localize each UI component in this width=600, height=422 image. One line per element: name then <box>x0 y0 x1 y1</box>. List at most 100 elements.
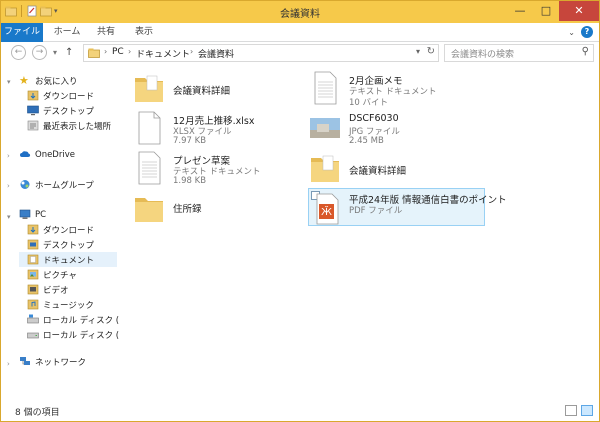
minimize-button[interactable]: — <box>507 1 533 21</box>
file-name: 住所録 <box>173 204 202 215</box>
search-placeholder: 会議資料の検索 <box>451 50 515 60</box>
expand-ribbon-icon[interactable]: ⌄ <box>568 28 575 37</box>
file-item[interactable]: 12月売上推移.xlsx XLSX ファイル 7.97 KB <box>133 110 303 146</box>
svg-text:Ӂ: Ӂ <box>321 205 332 218</box>
address-row: ← → ▾ ↑ › PC › ドキュメント › 会議資料 ▾ ↻ 会議資料の検索… <box>1 42 599 64</box>
music-folder-icon <box>27 299 39 310</box>
file-item-selected[interactable]: Ӂ 平成24年版 情報通信白書のポイント PDF ファイル <box>308 188 507 226</box>
nav-label: ダウンロード <box>43 91 95 102</box>
window-controls: — □ ✕ <box>507 1 599 21</box>
item-count: 8 個の項目 <box>15 408 60 418</box>
breadcrumb-pc[interactable]: PC <box>112 47 124 57</box>
chevron-right-icon[interactable]: › <box>7 182 10 190</box>
file-name: 会議資料詳細 <box>349 166 407 177</box>
file-item[interactable]: DSCF6030 JPG ファイル 2.45 MB <box>309 110 489 146</box>
pictures-folder-icon <box>27 269 39 280</box>
pdf-file-icon: Ӂ <box>316 193 339 225</box>
tab-home[interactable]: ホーム <box>47 23 87 41</box>
search-input[interactable]: 会議資料の検索 ⚲ <box>444 44 594 62</box>
recent-locations-dropdown-icon[interactable]: ▾ <box>53 45 57 61</box>
desktop-icon <box>27 105 39 116</box>
download-folder-icon <box>27 90 39 101</box>
chevron-right-icon[interactable]: › <box>7 360 10 368</box>
file-size: 1.98 KB <box>173 176 207 186</box>
nav-label: ピクチャ <box>43 270 77 281</box>
up-button[interactable]: ↑ <box>65 45 73 61</box>
forward-button[interactable]: → <box>32 45 47 60</box>
nav-onedrive[interactable]: OneDrive <box>19 147 75 162</box>
maximize-button[interactable]: □ <box>533 1 559 21</box>
nav-label: 最近表示した場所 <box>43 121 112 132</box>
folder-icon <box>88 48 100 58</box>
chevron-right-icon[interactable]: › <box>128 47 131 56</box>
nav-label: ダウンロード <box>43 225 95 236</box>
close-button[interactable]: ✕ <box>559 1 599 21</box>
nav-pc-pictures[interactable]: ピクチャ <box>27 267 77 282</box>
tab-share[interactable]: 共有 <box>89 23 123 41</box>
nav-label: デスクトップ <box>43 106 95 117</box>
nav-network[interactable]: ネットワーク <box>19 354 86 369</box>
file-item[interactable]: プレゼン草案 テキスト ドキュメント 1.98 KB <box>133 150 303 186</box>
refresh-icon[interactable]: ↻ <box>427 46 435 57</box>
nav-label: ドキュメント <box>43 255 95 266</box>
text-file-icon <box>138 151 161 185</box>
file-item[interactable]: 会議資料詳細 <box>133 70 303 106</box>
view-switcher <box>565 405 593 416</box>
details-view-icon[interactable] <box>565 405 577 416</box>
file-size: 2.45 MB <box>349 136 384 146</box>
tiles-view-icon[interactable] <box>581 405 593 416</box>
breadcrumb-documents[interactable]: ドキュメント <box>136 47 190 60</box>
nav-label: ローカル ディスク (C:) <box>43 315 132 326</box>
nav-label: デスクトップ <box>43 240 95 251</box>
file-item[interactable]: 住所録 <box>133 190 303 226</box>
desktop-folder-icon <box>27 239 39 250</box>
nav-fav-desktop[interactable]: デスクトップ <box>27 103 94 118</box>
nav-fav-recent-places[interactable]: 最近表示した場所 <box>27 118 111 133</box>
ribbon-tabs: ファイル ホーム 共有 表示 ⌄ ? <box>1 23 599 59</box>
nav-pc-local-disk-d[interactable]: ローカル ディスク (D:) <box>27 327 132 342</box>
search-icon[interactable]: ⚲ <box>582 46 589 57</box>
system-drive-icon <box>27 314 39 324</box>
file-name: 会議資料詳細 <box>173 86 231 97</box>
nav-pc-documents[interactable]: ドキュメント <box>19 252 117 267</box>
nav-label: ネットワーク <box>35 357 87 368</box>
nav-pc-local-disk-c[interactable]: ローカル ディスク (C:) <box>27 312 131 327</box>
address-bar[interactable]: › PC › ドキュメント › 会議資料 ▾ ↻ <box>83 44 439 62</box>
nav-label: PC <box>35 209 47 220</box>
download-folder-icon <box>27 224 39 235</box>
chevron-down-icon[interactable]: ▾ <box>7 78 11 86</box>
back-button[interactable]: ← <box>11 45 26 60</box>
nav-pc-music[interactable]: ミュージック <box>27 297 94 312</box>
nav-fav-downloads[interactable]: ダウンロード <box>27 88 94 103</box>
tab-view[interactable]: 表示 <box>127 23 161 41</box>
help-icon[interactable]: ? <box>581 26 593 38</box>
blank-file-icon <box>138 111 161 145</box>
file-item[interactable]: 2月企画メモ テキスト ドキュメント 10 バイト <box>309 70 489 108</box>
file-name: DSCF6030 <box>349 113 399 124</box>
documents-folder-icon <box>27 254 39 265</box>
star-icon: ★ <box>19 74 29 87</box>
drive-icon <box>27 332 39 339</box>
videos-folder-icon <box>27 284 39 295</box>
file-item[interactable]: 会議資料詳細 <box>309 150 489 186</box>
nav-label: お気に入り <box>35 76 78 87</box>
nav-label: ミュージック <box>43 300 94 311</box>
nav-favorites[interactable]: ★ お気に入り <box>19 73 78 88</box>
nav-pc-desktop[interactable]: デスクトップ <box>27 237 94 252</box>
address-dropdown-icon[interactable]: ▾ <box>416 47 420 56</box>
explorer-window: ▾ 会議資料 — □ ✕ ファイル ホーム 共有 表示 ⌄ ? ← → ▾ ↑ … <box>0 0 600 422</box>
nav-pc[interactable]: PC <box>19 207 46 222</box>
photo-thumbnail-icon <box>310 118 340 138</box>
file-size: 10 バイト <box>349 98 389 108</box>
network-icon <box>20 357 30 365</box>
chevron-right-icon[interactable]: › <box>7 152 10 160</box>
chevron-right-icon[interactable]: › <box>104 47 107 56</box>
breadcrumb-current[interactable]: 会議資料 <box>198 47 234 60</box>
chevron-right-icon[interactable]: › <box>190 47 193 56</box>
cloud-icon <box>20 151 31 157</box>
nav-pc-videos[interactable]: ビデオ <box>27 282 69 297</box>
chevron-down-icon[interactable]: ▾ <box>7 213 11 221</box>
title-bar: ▾ 会議資料 — □ ✕ <box>1 1 599 23</box>
nav-homegroup[interactable]: ホームグループ <box>19 177 94 192</box>
nav-pc-downloads[interactable]: ダウンロード <box>27 222 94 237</box>
